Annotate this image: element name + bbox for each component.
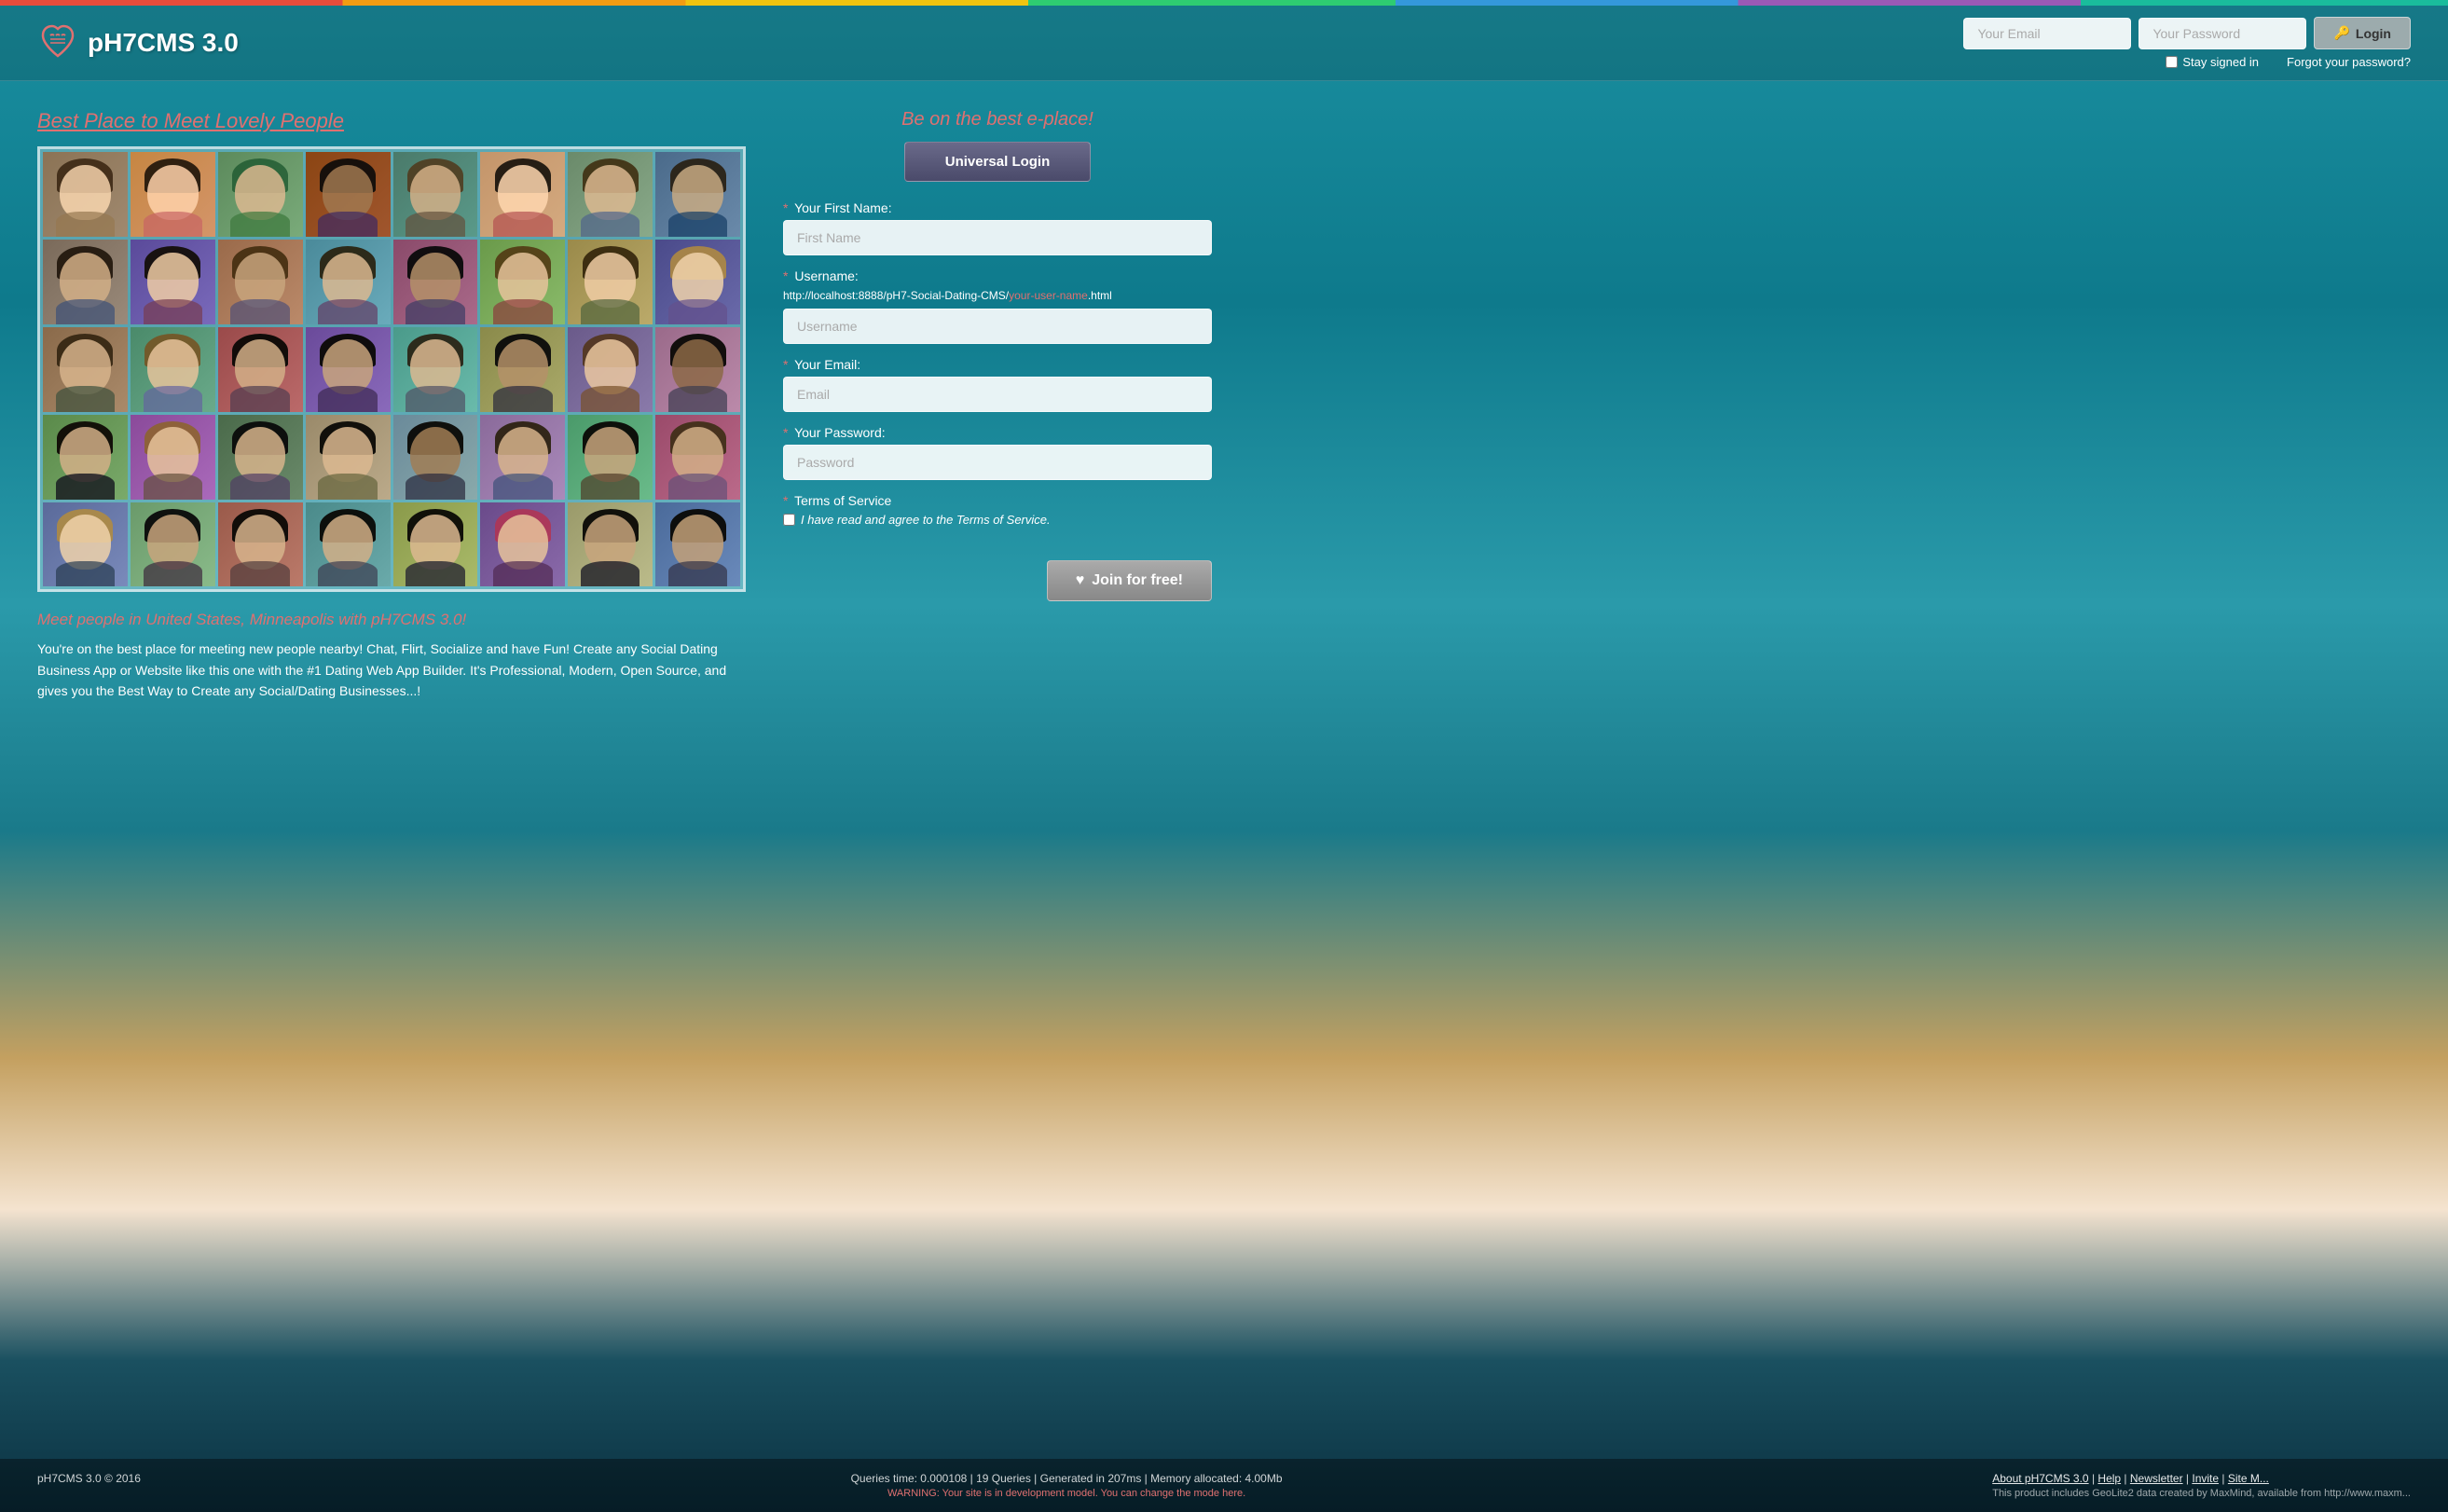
desc-text: You're on the best place for meeting new… [37, 639, 746, 701]
login-label: Login [2356, 26, 2391, 41]
photo-cell[interactable] [568, 327, 653, 412]
photo-cell[interactable] [480, 502, 565, 587]
photo-cell[interactable] [218, 152, 303, 237]
photo-cell[interactable] [306, 152, 391, 237]
logo-area: pH7CMS 3.0 [37, 22, 239, 63]
email-group: * Your Email: [783, 357, 1212, 412]
join-label: Join for free! [1092, 572, 1183, 589]
photo-cell[interactable] [568, 502, 653, 587]
footer-help-link[interactable]: Help [2097, 1472, 2121, 1485]
password-group: * Your Password: [783, 425, 1212, 480]
photo-cell[interactable] [393, 415, 478, 500]
header: pH7CMS 3.0 🔑 Login Stay signed in Forgot… [0, 6, 2448, 81]
universal-login-button[interactable]: Universal Login [904, 142, 1091, 182]
photo-cell[interactable] [568, 240, 653, 324]
photo-cell[interactable] [568, 415, 653, 500]
photo-cell[interactable] [480, 327, 565, 412]
reg-password-input[interactable] [783, 445, 1212, 480]
terms-group: * Terms of Service I have read and agree… [783, 493, 1212, 527]
photo-cell[interactable] [393, 502, 478, 587]
header-right: 🔑 Login Stay signed in Forgot your passw… [1963, 17, 2411, 69]
main-content: Best Place to Meet Lovely People [0, 81, 1305, 730]
email-input[interactable] [1963, 18, 2131, 49]
required-star: * [783, 357, 788, 372]
required-star: * [783, 425, 788, 440]
password-label: * Your Password: [783, 425, 1212, 440]
photo-grid [37, 146, 746, 592]
left-column: Best Place to Meet Lovely People [37, 109, 746, 702]
photo-cell[interactable] [43, 502, 128, 587]
footer-right: About pH7CMS 3.0 | Help | Newsletter | I… [1992, 1472, 2411, 1499]
terms-checkbox-label[interactable]: I have read and agree to the Terms of Se… [783, 513, 1212, 527]
photo-cell[interactable] [131, 415, 215, 500]
photo-cell[interactable] [43, 152, 128, 237]
login-button[interactable]: 🔑 Login [2314, 17, 2411, 49]
photo-cell[interactable] [306, 240, 391, 324]
footer: pH7CMS 3.0 © 2016 Queries time: 0.000108… [0, 1459, 2448, 1512]
photo-cell[interactable] [131, 502, 215, 587]
footer-invite-link[interactable]: Invite [2192, 1472, 2219, 1485]
photo-cell[interactable] [393, 152, 478, 237]
login-row: 🔑 Login [1963, 17, 2411, 49]
heart-icon: ♥ [1076, 572, 1085, 589]
right-header: Be on the best e-place! [783, 109, 1212, 131]
footer-about-link[interactable]: About pH7CMS 3.0 [1992, 1472, 2088, 1485]
logo-title: pH7CMS 3.0 [88, 28, 239, 58]
photo-cell[interactable] [306, 502, 391, 587]
username-label: * Username: [783, 268, 1212, 283]
photo-cell[interactable] [306, 415, 391, 500]
stay-signed-label[interactable]: Stay signed in [2166, 55, 2259, 69]
stay-signed-checkbox[interactable] [2166, 56, 2178, 68]
footer-center: Queries time: 0.000108 | 19 Queries | Ge… [851, 1472, 1283, 1499]
photo-cell[interactable] [43, 415, 128, 500]
photo-cell[interactable] [393, 240, 478, 324]
logo-icon [37, 22, 78, 63]
right-column: Be on the best e-place! Universal Login … [783, 109, 1212, 702]
photo-cell[interactable] [655, 152, 740, 237]
first-name-label: * Your First Name: [783, 200, 1212, 215]
password-input[interactable] [2139, 18, 2306, 49]
required-star: * [783, 268, 788, 283]
photo-cell[interactable] [131, 240, 215, 324]
required-star: * [783, 200, 788, 215]
username-input[interactable] [783, 309, 1212, 344]
desc-title: Meet people in United States, Minneapoli… [37, 611, 746, 629]
join-btn-wrap: ♥ Join for free! [783, 543, 1212, 601]
photo-cell[interactable] [218, 327, 303, 412]
photo-cell[interactable] [43, 240, 128, 324]
footer-site-link[interactable]: Site M... [2228, 1472, 2269, 1485]
username-hint: http://localhost:8888/pH7-Social-Dating-… [783, 288, 1212, 304]
photo-cell[interactable] [568, 152, 653, 237]
photo-cell[interactable] [131, 152, 215, 237]
required-star: * [783, 493, 788, 508]
reg-email-input[interactable] [783, 377, 1212, 412]
terms-label: * Terms of Service [783, 493, 1212, 508]
photo-cell[interactable] [218, 240, 303, 324]
photo-cell[interactable] [43, 327, 128, 412]
photo-cell[interactable] [218, 502, 303, 587]
photo-cell[interactable] [655, 327, 740, 412]
header-sub: Stay signed in Forgot your password? [2166, 55, 2411, 69]
join-button[interactable]: ♥ Join for free! [1047, 560, 1212, 601]
first-name-input[interactable] [783, 220, 1212, 255]
photo-cell[interactable] [393, 327, 478, 412]
photo-cell[interactable] [480, 415, 565, 500]
photo-cell[interactable] [218, 415, 303, 500]
terms-checkbox[interactable] [783, 514, 795, 526]
photo-cell[interactable] [480, 240, 565, 324]
first-name-group: * Your First Name: [783, 200, 1212, 255]
photo-cell[interactable] [480, 152, 565, 237]
photo-cell[interactable] [655, 415, 740, 500]
lock-icon: 🔑 [2333, 25, 2349, 41]
photo-cell[interactable] [655, 240, 740, 324]
email-label: * Your Email: [783, 357, 1212, 372]
photo-cell[interactable] [306, 327, 391, 412]
username-group: * Username: http://localhost:8888/pH7-So… [783, 268, 1212, 344]
section-title[interactable]: Best Place to Meet Lovely People [37, 109, 746, 133]
photo-cell[interactable] [131, 327, 215, 412]
photo-cell[interactable] [655, 502, 740, 587]
footer-copyright: pH7CMS 3.0 © 2016 [37, 1472, 141, 1485]
forgot-password-link[interactable]: Forgot your password? [2287, 55, 2411, 69]
footer-newsletter-link[interactable]: Newsletter [2130, 1472, 2183, 1485]
